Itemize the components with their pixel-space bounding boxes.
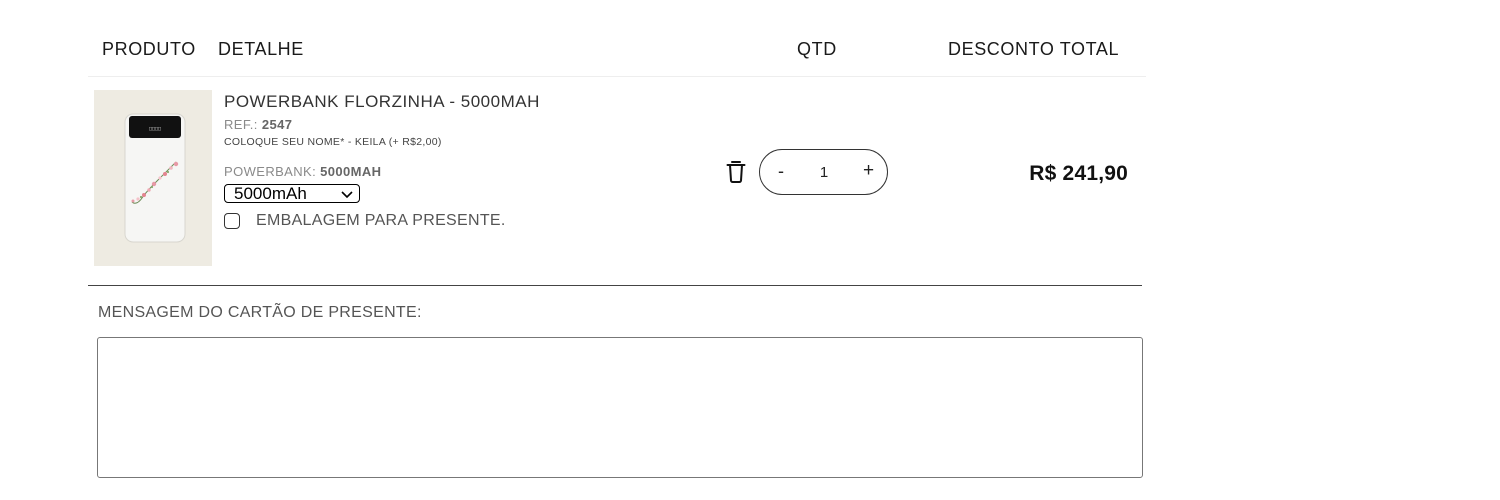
variant-value: 5000MAH (320, 164, 382, 179)
header-qtd: QTD (797, 39, 837, 59)
header-detalhe: DETALHE (218, 39, 304, 59)
chevron-down-icon (341, 190, 353, 198)
trash-icon[interactable] (726, 159, 746, 183)
quantity-value[interactable]: 1 (817, 164, 831, 181)
gift-wrap-checkbox[interactable] (224, 213, 240, 229)
gift-wrap-option[interactable]: EMBALAGEM PARA PRESENTE. (224, 212, 674, 230)
product-details: POWERBANK FLORZINHA - 5000MAH REF.: 2547… (224, 92, 674, 230)
gift-message-label: MENSAGEM DO CARTÃO DE PRESENTE: (98, 304, 422, 321)
product-image[interactable]: □□□□ (94, 90, 212, 266)
quantity-increase-button[interactable]: + (863, 160, 874, 182)
quantity-stepper: - 1 + (759, 149, 888, 195)
product-ref: REF.: 2547 (224, 117, 674, 132)
table-header: PRODUTO DETALHE QTD DESCONTO TOTAL (88, 0, 1146, 77)
ref-label: REF.: (224, 117, 258, 132)
powerbank-illustration: □□□□ (124, 113, 186, 243)
ref-value: 2547 (261, 117, 293, 132)
divider (88, 285, 1142, 286)
gift-wrap-label[interactable]: EMBALAGEM PARA PRESENTE. (256, 212, 506, 230)
product-name[interactable]: POWERBANK FLORZINHA - 5000MAH (224, 92, 674, 112)
variant-label: POWERBANK: (224, 164, 317, 179)
variant-select-value: 5000mAh (234, 184, 307, 203)
gift-message-input[interactable] (97, 337, 1143, 478)
quantity-decrease-button[interactable]: - (778, 161, 784, 182)
customization-text: COLOQUE SEU NOME* - KEILA (+ R$2,00) (224, 136, 442, 148)
variant-info: POWERBANK: 5000MAH (224, 164, 674, 179)
device-screen-text: □□□□ (149, 126, 161, 132)
line-total-price: R$ 241,90 (1029, 162, 1128, 185)
header-desconto-total: DESCONTO TOTAL (948, 39, 1120, 59)
header-produto: PRODUTO (102, 39, 196, 59)
variant-select[interactable]: 5000mAh (224, 184, 360, 203)
cart-table: PRODUTO DETALHE QTD DESCONTO TOTAL □□□□ … (88, 0, 1146, 500)
